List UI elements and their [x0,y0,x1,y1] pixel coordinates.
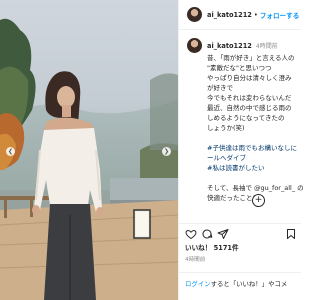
hashtag-line[interactable]: #私は読書がしたい [207,163,301,173]
caption-avatar[interactable] [187,38,202,53]
plus-circle-icon[interactable]: + [252,194,265,207]
login-text: すると「いいね！」やコメ [210,280,288,288]
login-prompt: ログインすると「いいね！」やコメ [179,272,301,300]
header-username[interactable]: ai_kato1212 [207,11,252,19]
follow-button[interactable]: フォローする [260,10,300,20]
caption-line: 最近、自然の中で感じる雨の [207,104,292,112]
action-bar [179,223,301,243]
caption-line: "素敵だな"と思いつつ [207,64,272,72]
next-photo-icon[interactable]: ❯ [162,147,171,156]
caption-line: 今でもそれは変わらないんだ [207,94,292,102]
header-separator: • [253,10,258,19]
hashtag-line[interactable]: ールへダイブ [207,153,301,163]
caption-line: そして、長袖で @gu_for_all_ の [207,184,304,192]
caption-body: 昔、「雨が好き」と言える人の "素敵だな"と思いつつ やっぱり自分は清々しく澄み… [207,53,304,203]
heart-icon[interactable] [185,228,197,240]
post-timestamp[interactable]: 4時間前 [185,255,205,263]
likes-count: 5171件 [213,244,239,252]
likes-label: いいね！ [185,244,212,252]
photo-scene [0,18,178,300]
post-sidebar: ai_kato1212 • フォローする ai_kato1212 4時間前 昔、… [178,0,304,300]
login-link[interactable]: ログイン [185,280,211,288]
post-photo[interactable]: ❮ ❯ [0,0,178,300]
share-icon[interactable] [217,228,229,240]
avatar[interactable] [187,7,202,22]
comment-icon[interactable] [201,228,213,240]
caption-line: しょうか(笑) [207,124,245,132]
caption: ai_kato1212 4時間前 昔、「雨が好き」と言える人の "素敵だな"と思… [187,38,304,203]
caption-line: しめるようになってきたの [207,114,285,122]
instagram-post-embed: ❮ ❯ ai_kato1212 • フォローする ai_kato1212 4時間… [0,0,304,300]
bookmark-icon[interactable] [285,228,297,240]
caption-header: ai_kato1212 4時間前 [187,38,301,53]
like-count[interactable]: いいね！ 5171件 [185,242,239,252]
post-header: ai_kato1212 • フォローする [179,0,301,30]
caption-time[interactable]: 4時間前 [256,41,278,50]
caption-line: やっぱり自分は清々しく澄み [207,74,292,82]
caption-username[interactable]: ai_kato1212 [207,42,252,50]
caption-line: が好きで [207,84,233,92]
previous-photo-icon[interactable]: ❮ [6,147,15,156]
hashtag-line[interactable]: #子供達は雨でもお構いなしに [207,143,301,153]
caption-line: 昔、「雨が好き」と言える人の [207,54,295,62]
